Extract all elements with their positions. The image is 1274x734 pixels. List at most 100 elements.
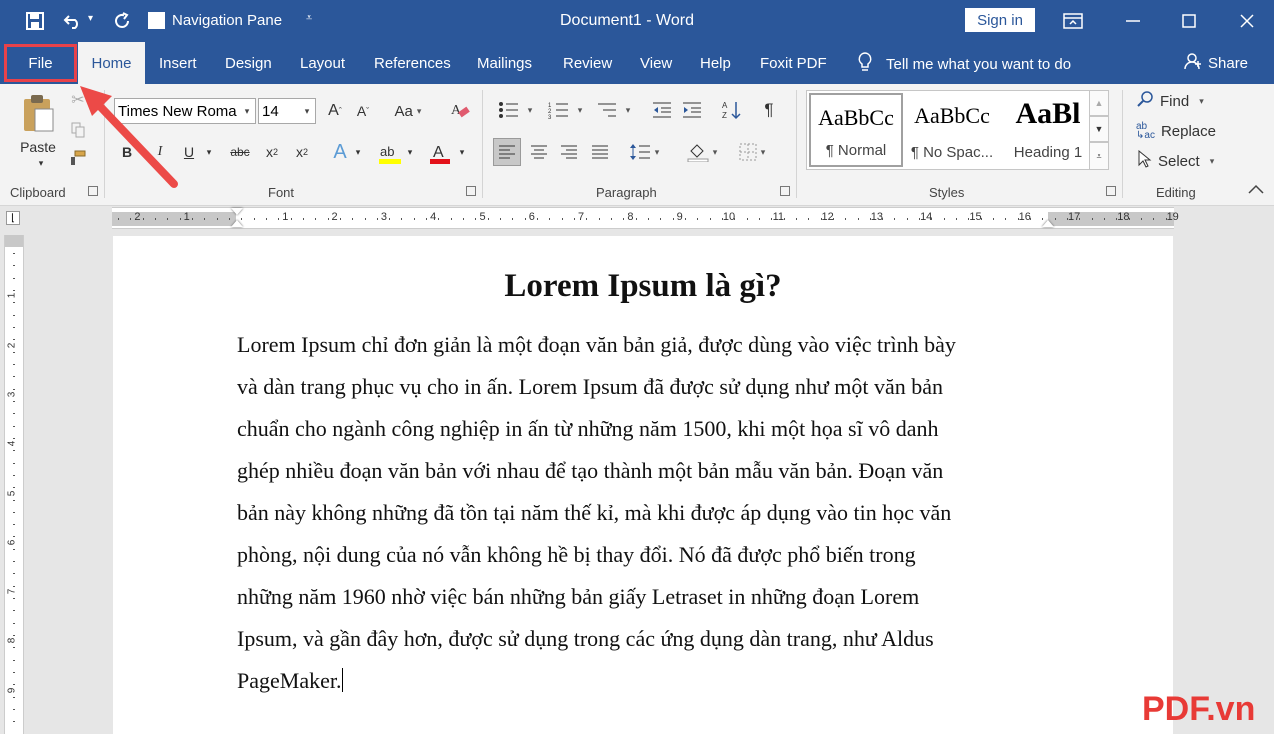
borders-icon[interactable]: ▾ bbox=[732, 138, 772, 166]
align-center-icon[interactable] bbox=[525, 138, 553, 166]
document-body[interactable]: Lorem Ipsum chỉ đơn giản là một đoạn văn… bbox=[237, 324, 1037, 702]
tell-me-label: Tell me what you want to do bbox=[886, 55, 1072, 73]
ruler-tick bbox=[820, 218, 822, 220]
tab-view[interactable]: View bbox=[640, 42, 672, 84]
select-button[interactable]: Select ▾ bbox=[1136, 149, 1226, 172]
highlight-color-icon[interactable]: ab bbox=[376, 140, 404, 166]
tab-home[interactable]: Home bbox=[78, 42, 145, 84]
collapse-ribbon-icon[interactable] bbox=[1246, 180, 1266, 198]
clear-formatting-icon[interactable]: A bbox=[448, 98, 472, 122]
replace-button[interactable]: ab ↳ac Replace bbox=[1136, 120, 1226, 142]
styles-scroll-down-icon[interactable]: ▼ bbox=[1089, 116, 1109, 142]
text-effects-dropdown-icon[interactable]: ▾ bbox=[352, 143, 364, 161]
customize-qat-icon[interactable]: ⩡ bbox=[306, 12, 312, 25]
shrink-font-icon[interactable]: Aˇ bbox=[352, 100, 374, 122]
paste-button[interactable]: Paste bbox=[16, 136, 60, 158]
document-heading[interactable]: Lorem Ipsum là gì? bbox=[113, 268, 1173, 305]
shading-icon[interactable]: ▾ bbox=[682, 138, 722, 166]
highlight-dropdown-icon[interactable]: ▾ bbox=[404, 143, 416, 161]
tab-insert[interactable]: Insert bbox=[159, 42, 197, 84]
ruler-tick bbox=[216, 218, 218, 220]
sort-icon[interactable]: AZ bbox=[720, 98, 744, 122]
tab-help[interactable]: Help bbox=[700, 42, 731, 84]
tab-references[interactable]: References bbox=[374, 42, 451, 84]
tab-selector-icon[interactable]: ⌊ bbox=[6, 211, 20, 225]
tab-layout[interactable]: Layout bbox=[300, 42, 345, 84]
styles-more-icon[interactable]: ⩡ bbox=[1089, 142, 1109, 170]
align-left-icon[interactable] bbox=[493, 138, 521, 166]
multilevel-list-icon[interactable]: ▾ bbox=[594, 98, 632, 122]
tab-file[interactable]: File bbox=[4, 44, 77, 82]
clipboard-launcher-icon[interactable] bbox=[88, 186, 98, 196]
minimize-icon[interactable] bbox=[1108, 0, 1158, 42]
sign-in-button[interactable]: Sign in bbox=[965, 8, 1035, 32]
first-line-indent-marker[interactable] bbox=[231, 208, 243, 215]
paragraph-launcher-icon[interactable] bbox=[780, 186, 790, 196]
superscript-icon[interactable]: x2 bbox=[290, 141, 314, 163]
cut-icon[interactable]: ✂ bbox=[68, 90, 88, 110]
font-size-select[interactable]: 14 ▾ bbox=[258, 98, 316, 124]
maximize-icon[interactable] bbox=[1164, 0, 1214, 42]
vertical-ruler[interactable]: 12345678910 bbox=[4, 235, 24, 734]
font-color-dropdown-icon[interactable]: ▾ bbox=[456, 143, 468, 161]
save-icon[interactable] bbox=[20, 0, 50, 42]
styles-gallery: AaBbCc ¶ Normal AaBbCc ¶ No Spac... AaBl… bbox=[806, 90, 1108, 170]
undo-icon[interactable] bbox=[58, 0, 88, 42]
style-heading-1[interactable]: AaBl Heading 1 bbox=[1001, 93, 1095, 167]
undo-dropdown-icon[interactable]: ▾ bbox=[88, 13, 93, 24]
tell-me-search[interactable]: Tell me what you want to do bbox=[858, 52, 1071, 76]
ruler-tick bbox=[1165, 218, 1167, 220]
tab-review[interactable]: Review bbox=[563, 42, 612, 84]
vruler-tick bbox=[13, 351, 15, 353]
select-dropdown-icon[interactable]: ▾ bbox=[1210, 156, 1215, 167]
grow-font-icon[interactable]: Aˆ bbox=[324, 100, 346, 122]
font-name-dropdown-icon[interactable]: ▾ bbox=[239, 99, 255, 123]
styles-launcher-icon[interactable] bbox=[1106, 186, 1116, 196]
hanging-indent-marker[interactable] bbox=[231, 220, 243, 227]
tab-mailings[interactable]: Mailings bbox=[477, 42, 532, 84]
styles-scroll-up-icon[interactable]: ▲ bbox=[1089, 90, 1109, 116]
strikethrough-icon[interactable]: abc bbox=[226, 141, 254, 163]
tab-foxit-pdf[interactable]: Foxit PDF bbox=[760, 42, 827, 84]
bullets-icon[interactable]: ▾ bbox=[496, 98, 534, 122]
bold-icon[interactable]: B bbox=[117, 141, 137, 163]
close-icon[interactable] bbox=[1222, 0, 1272, 42]
tab-design[interactable]: Design bbox=[225, 42, 272, 84]
horizontal-ruler[interactable]: 2 1 1 2 3 4 5 6 7 8 9 10 11 12 13 14 15 16 17 18 19 bbox=[112, 207, 1179, 229]
justify-icon[interactable] bbox=[586, 138, 614, 166]
ruler-tick bbox=[956, 218, 958, 220]
paste-icon[interactable] bbox=[20, 92, 56, 136]
subscript-icon[interactable]: x2 bbox=[260, 141, 284, 163]
numbering-icon[interactable]: 1 2 3 ▾ bbox=[546, 98, 584, 122]
style-normal[interactable]: AaBbCc ¶ Normal bbox=[809, 93, 903, 167]
show-formatting-marks-icon[interactable]: ¶ bbox=[758, 98, 780, 122]
italic-icon[interactable]: I bbox=[150, 141, 170, 163]
ruler-tick bbox=[1030, 218, 1032, 220]
decrease-indent-icon[interactable] bbox=[650, 98, 674, 122]
font-launcher-icon[interactable] bbox=[466, 186, 476, 196]
underline-dropdown-icon[interactable]: ▾ bbox=[202, 143, 216, 161]
find-button[interactable]: Find ▾ bbox=[1136, 90, 1226, 112]
text-effects-icon[interactable]: A bbox=[328, 140, 352, 164]
find-dropdown-icon[interactable]: ▾ bbox=[1199, 96, 1204, 107]
redo-icon[interactable] bbox=[108, 0, 138, 42]
ribbon-display-options-icon[interactable] bbox=[1048, 0, 1098, 42]
font-size-dropdown-icon[interactable]: ▾ bbox=[299, 99, 315, 123]
ruler-tick bbox=[1128, 218, 1130, 220]
increase-indent-icon[interactable] bbox=[680, 98, 704, 122]
document-page[interactable]: Lorem Ipsum là gì? Lorem Ipsum chỉ đơn g… bbox=[113, 236, 1173, 734]
copy-icon[interactable] bbox=[68, 120, 88, 140]
font-name-select[interactable]: Times New Roma ▾ bbox=[114, 98, 256, 124]
share-button[interactable]: Share bbox=[1184, 52, 1248, 74]
style-no-spacing[interactable]: AaBbCc ¶ No Spac... bbox=[905, 93, 999, 167]
format-painter-icon[interactable] bbox=[68, 148, 88, 168]
navigation-pane-checkbox[interactable] bbox=[148, 12, 165, 29]
underline-icon[interactable]: U bbox=[178, 141, 200, 163]
change-case-icon[interactable]: Aa ▾ bbox=[390, 100, 426, 122]
right-indent-marker[interactable] bbox=[1042, 220, 1054, 227]
ruler-tick-label: 2 bbox=[331, 211, 338, 223]
font-color-icon[interactable]: A bbox=[426, 140, 454, 166]
line-spacing-icon[interactable]: ▾ bbox=[624, 138, 664, 166]
paste-dropdown-icon[interactable]: ▾ bbox=[36, 158, 46, 168]
align-right-icon[interactable] bbox=[555, 138, 583, 166]
